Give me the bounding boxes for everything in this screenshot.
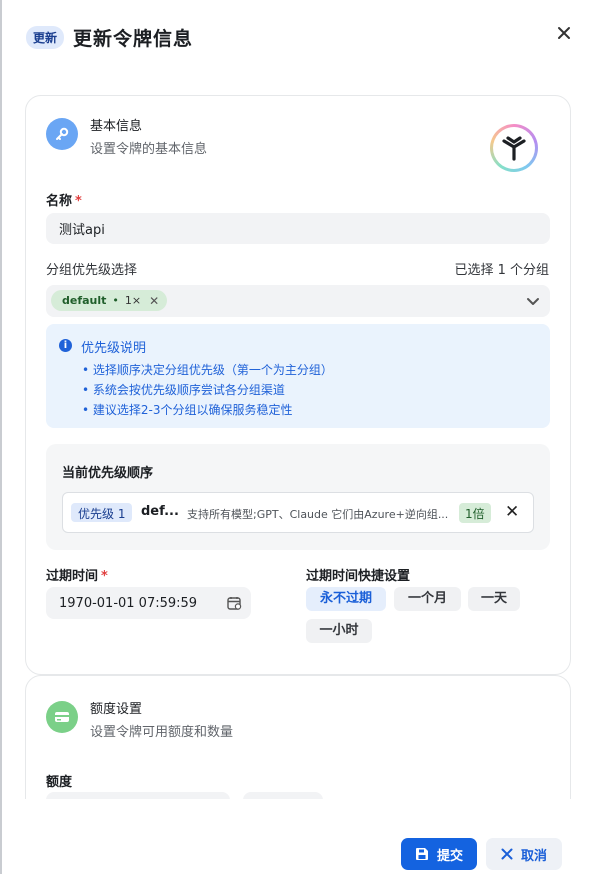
priority-multiplier: 1倍 [459,503,491,523]
amount-label: 额度 [46,775,73,790]
amount-input[interactable] [46,792,230,799]
basic-info-card: 基本信息 设置令牌的基本信息 名称 * 测试api 分组优先级选择 已选择 1 个… [25,95,571,675]
info-icon: i [59,339,72,352]
quick-expire-label: 过期时间快捷设置 [306,569,411,584]
info-title: 优先级说明 [81,341,147,356]
quick-one-month-button[interactable]: 一个月 [394,587,461,611]
priority-group-name: def... [141,504,179,519]
basic-info-header: 基本信息 设置令牌的基本信息 [46,118,207,159]
group-tag-dot: • [112,294,119,307]
quota-subtitle: 设置令牌可用额度和数量 [90,725,234,740]
basic-info-title: 基本信息 [90,119,143,134]
info-item: • 选择顺序决定分组优先级（第一个为主分组） [82,363,333,377]
quota-card: 额度设置 设置令牌可用额度和数量 额度 [25,675,571,799]
close-icon [558,27,570,39]
x-icon [501,848,513,860]
required-mark: * [75,194,82,209]
calendar-icon[interactable] [227,596,242,610]
close-button[interactable] [555,26,573,44]
quick-one-hour-button[interactable]: 一小时 [306,619,372,643]
group-count: 已选择 1 个分组 [454,263,549,278]
update-badge: 更新 [26,26,65,49]
group-tag-default: default • 1× ✕ [51,290,168,311]
quota-title: 额度设置 [90,702,143,717]
basic-info-subtitle: 设置令牌的基本信息 [90,142,208,157]
group-tag-name: default [62,294,107,307]
modal-title: 更新令牌信息 [73,28,194,50]
submit-button[interactable]: 提交 [401,838,477,870]
name-input-value: 测试api [59,223,105,238]
expire-date-input[interactable]: 1970-01-01 07:59:59 [46,587,251,619]
group-tag-multiplier: 1× [124,294,142,307]
info-item: • 建议选择2-3个分组以确保服务稳定性 [82,403,293,417]
priority-info-box: i 优先级说明 • 选择顺序决定分组优先级（第一个为主分组） • 系统会按优先级… [46,324,550,428]
save-icon [415,847,429,861]
cancel-button[interactable]: 取消 [486,838,562,870]
brand-logo [490,124,538,172]
name-input[interactable]: 测试api [46,213,550,244]
quick-never-expire-button[interactable]: 永不过期 [306,587,386,611]
name-label: 名称 * [46,194,82,209]
chevron-down-icon[interactable] [526,294,540,308]
quick-one-day-button[interactable]: 一天 [468,587,520,611]
key-icon [46,118,78,150]
group-select[interactable]: default • 1× ✕ [46,285,550,317]
priority-order-box: 当前优先级顺序 优先级 1 def... 支持所有模型;GPT、Claude 它… [46,444,550,550]
group-tag-remove-icon[interactable]: ✕ [149,294,159,308]
submit-label: 提交 [436,848,463,864]
priority-row[interactable]: 优先级 1 def... 支持所有模型;GPT、Claude 它们由Azure+… [62,492,534,533]
expire-date-value: 1970-01-01 07:59:59 [59,595,198,611]
priority-badge: 优先级 1 [71,503,133,522]
card-icon [46,701,78,733]
group-label: 分组优先级选择 [46,263,138,278]
modal-header: 更新 更新令牌信息 [26,24,193,51]
priority-remove-icon[interactable]: ✕ [505,502,519,522]
priority-group-description: 支持所有模型;GPT、Claude 它们由Azure+逆向组... [187,508,449,521]
amount-unit-input[interactable] [243,792,323,799]
cancel-label: 取消 [520,848,547,864]
modal-body[interactable]: 基本信息 设置令牌的基本信息 名称 * 测试api 分组优先级选择 已选择 1 个… [0,80,592,799]
priority-order-title: 当前优先级顺序 [62,466,154,481]
quota-header: 额度设置 设置令牌可用额度和数量 [46,701,233,742]
info-item: • 系统会按优先级顺序尝试各分组渠道 [82,383,285,397]
expire-label: 过期时间 * [46,569,108,584]
required-mark: * [101,569,108,584]
